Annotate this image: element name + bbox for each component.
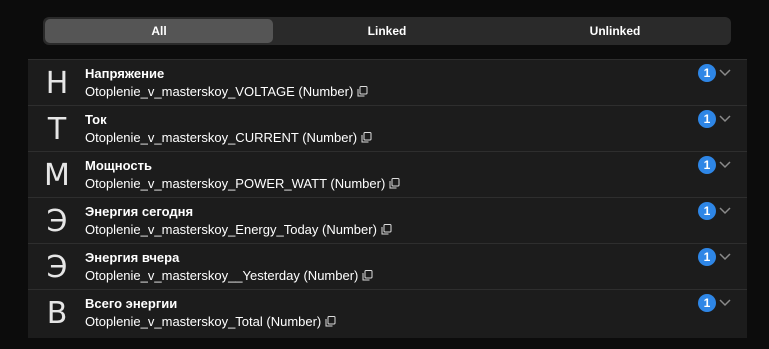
item-subtitle: Otoplenie_v_masterskoy_VOLTAGE (Number) [85,84,368,99]
item-subtitle-text: Otoplenie_v_masterskoy_CURRENT (Number) [85,130,358,145]
item-title: Энергия сегодня [85,204,194,219]
link-count-badge: 1 [698,294,716,312]
chevron-down-icon[interactable] [718,112,732,124]
link-count-badge: 1 [698,110,716,128]
item-title: Мощность [85,158,152,173]
chevron-down-icon[interactable] [718,250,732,262]
item-letter-avatar: В [46,295,68,331]
item-letter-avatar: Т [47,111,67,147]
item-letter-avatar: М [44,157,70,193]
copy-icon[interactable] [357,86,368,97]
link-count-badge: 1 [698,202,716,220]
filter-segmented-control: All Linked Unlinked [43,17,731,45]
chevron-down-icon[interactable] [718,158,732,170]
chevron-down-icon[interactable] [718,296,732,308]
item-letter-avatar: Э [46,203,68,239]
link-count-badge: 1 [698,64,716,82]
list-item[interactable]: Н Напряжение Otoplenie_v_masterskoy_VOLT… [28,60,747,106]
link-count-badge: 1 [698,248,716,266]
item-subtitle: Otoplenie_v_masterskoy_CURRENT (Number) [85,130,372,145]
list-item[interactable]: Т Ток Otoplenie_v_masterskoy_CURRENT (Nu… [28,106,747,152]
copy-icon[interactable] [389,178,400,189]
chevron-down-icon[interactable] [718,204,732,216]
copy-icon[interactable] [381,224,392,235]
item-subtitle: Otoplenie_v_masterskoy_Energy_Today (Num… [85,222,392,237]
list-item[interactable]: Э Энергия вчера Otoplenie_v_masterskoy__… [28,244,747,290]
list-item[interactable]: Э Энергия сегодня Otoplenie_v_masterskoy… [28,198,747,244]
item-list: Н Напряжение Otoplenie_v_masterskoy_VOLT… [28,59,747,338]
item-subtitle: Otoplenie_v_masterskoy_POWER_WATT (Numbe… [85,176,400,191]
list-item[interactable]: В Всего энергии Otoplenie_v_masterskoy_T… [28,290,747,336]
item-subtitle: Otoplenie_v_masterskoy_Total (Number) [85,314,336,329]
copy-icon[interactable] [325,316,336,327]
item-subtitle-text: Otoplenie_v_masterskoy__Yesterday (Numbe… [85,268,359,283]
copy-icon[interactable] [362,270,373,281]
item-title: Энергия вчера [85,250,180,265]
copy-icon[interactable] [361,132,372,143]
item-title: Всего энергии [85,296,178,311]
item-subtitle-text: Otoplenie_v_masterskoy_POWER_WATT (Numbe… [85,176,386,191]
item-letter-avatar: Н [45,65,69,101]
link-count-badge: 1 [698,156,716,174]
tab-unlinked[interactable]: Unlinked [501,19,729,43]
chevron-down-icon[interactable] [718,66,732,78]
tab-linked[interactable]: Linked [273,19,501,43]
item-subtitle-text: Otoplenie_v_masterskoy_VOLTAGE (Number) [85,84,354,99]
item-subtitle: Otoplenie_v_masterskoy__Yesterday (Numbe… [85,268,373,283]
item-title: Ток [85,112,107,127]
item-letter-avatar: Э [46,249,68,285]
list-item[interactable]: М Мощность Otoplenie_v_masterskoy_POWER_… [28,152,747,198]
tab-all[interactable]: All [45,19,273,43]
item-subtitle-text: Otoplenie_v_masterskoy_Energy_Today (Num… [85,222,377,237]
item-subtitle-text: Otoplenie_v_masterskoy_Total (Number) [85,314,322,329]
item-title: Напряжение [85,66,165,81]
